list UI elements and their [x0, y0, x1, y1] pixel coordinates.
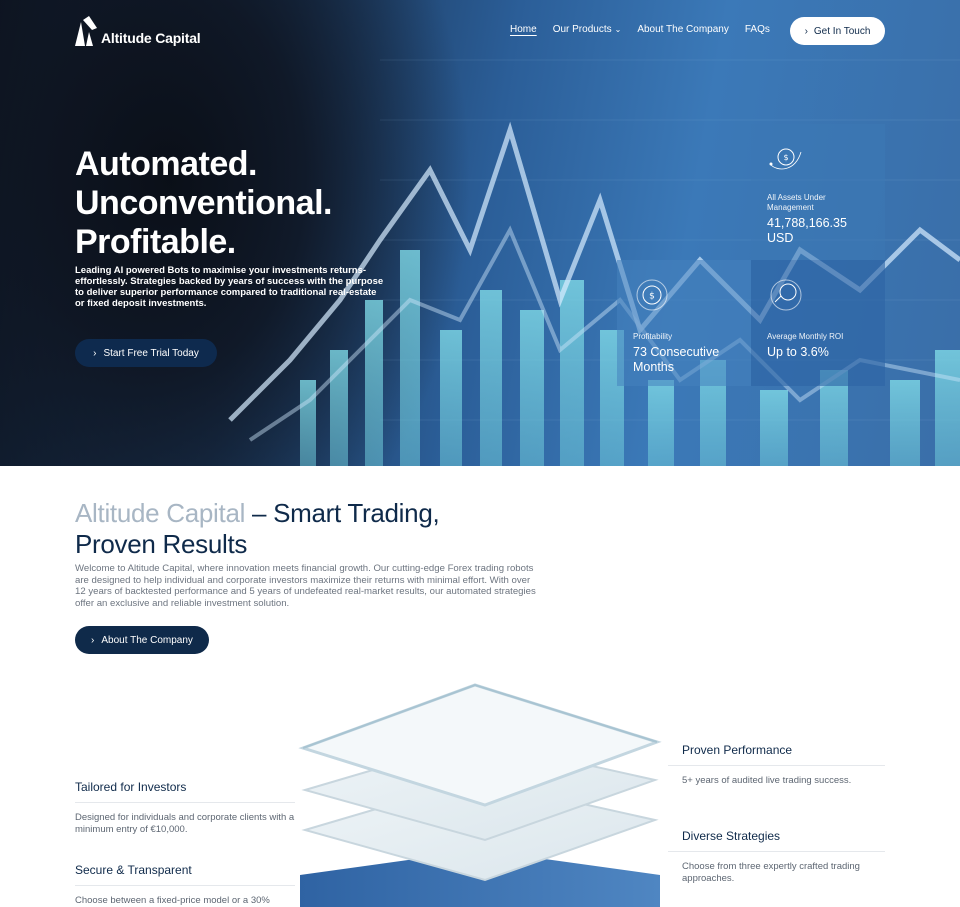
- stat-value: 73 Consecutive Months: [633, 345, 720, 374]
- feature-secure: Secure & Transparent Choose between a fi…: [75, 863, 295, 907]
- intro-description: Welcome to Altitude Capital, where innov…: [75, 563, 536, 609]
- brand-logo[interactable]: Altitude Capital: [75, 16, 201, 46]
- stat-card-roi: Average Monthly ROI Up to 3.6%: [751, 260, 885, 386]
- nav-item-our-products[interactable]: Our Products ⌄: [553, 24, 622, 35]
- intro-title-part: – Smart Trading,: [245, 498, 440, 528]
- feature-diverse: Diverse Strategies Choose from three exp…: [668, 829, 885, 885]
- coin-orbit-icon: $: [769, 148, 802, 170]
- button-label: About The Company: [101, 634, 193, 646]
- stacked-layers-illustration: [298, 683, 662, 907]
- stat-label: Profitability: [633, 332, 673, 341]
- stat-card-profitability: $ Profitability 73 Consecutive Months: [617, 260, 751, 386]
- intro-title-part: Proven Results: [75, 529, 248, 559]
- stat-label: Average Monthly ROI: [767, 332, 844, 341]
- hero-section: Altitude Capital Home Our Products ⌄ Abo…: [0, 0, 960, 466]
- hero-title-line: Unconventional.: [75, 184, 332, 222]
- nav-item-home[interactable]: Home: [510, 24, 537, 35]
- intro-title: Altitude Capital – Smart Trading, Proven…: [75, 498, 440, 560]
- feature-title: Tailored for Investors: [75, 780, 295, 803]
- brand-name: Altitude Capital: [101, 30, 201, 46]
- nav-item-label: Our Products: [552, 24, 612, 35]
- start-free-trial-button[interactable]: › Start Free Trial Today: [75, 339, 217, 367]
- chevron-right-icon: ›: [91, 634, 95, 646]
- hero-description: Leading AI powered Bots to maximise your…: [75, 265, 384, 309]
- hero-title-line: Profitable.: [75, 223, 236, 261]
- growth-circle-icon: [770, 279, 802, 311]
- feature-title: Diverse Strategies: [668, 829, 885, 852]
- mountain-logo-icon: [75, 16, 97, 46]
- intro-title-brand: Altitude Capital: [75, 498, 246, 528]
- chevron-down-icon: ⌄: [614, 25, 622, 34]
- feature-text: Designed for individuals and corporate c…: [75, 812, 295, 835]
- stat-value: Up to 3.6%: [767, 345, 829, 359]
- get-in-touch-button[interactable]: › Get In Touch: [790, 17, 885, 45]
- nav-item-about[interactable]: About The Company: [637, 24, 729, 35]
- svg-text:$: $: [783, 153, 788, 162]
- nav-item-faqs[interactable]: FAQs: [745, 24, 770, 35]
- hero-title: Automated. Unconventional. Profitable.: [75, 145, 332, 262]
- hero-title-line: Automated.: [75, 145, 257, 183]
- chevron-right-icon: ›: [93, 347, 97, 359]
- stat-card-assets: $ All Assets Under Management 41,788,166…: [751, 124, 885, 260]
- feature-proven: Proven Performance 5+ years of audited l…: [668, 743, 885, 787]
- about-company-button[interactable]: › About The Company: [75, 626, 209, 654]
- button-label: Start Free Trial Today: [103, 347, 199, 359]
- feature-tailored: Tailored for Investors Designed for indi…: [75, 780, 295, 836]
- main-nav: Home Our Products ⌄ About The Company FA…: [510, 24, 770, 35]
- stat-value: 41,788,166.35 USD: [767, 216, 847, 245]
- feature-text: Choose from three expertly crafted tradi…: [682, 861, 860, 884]
- feature-text: 5+ years of audited live trading success…: [682, 775, 852, 786]
- feature-text: Choose between a fixed-price model or a …: [75, 895, 270, 906]
- svg-text:$: $: [649, 292, 655, 302]
- stat-label: All Assets Under Management: [767, 193, 826, 212]
- chevron-right-icon: ›: [804, 25, 808, 37]
- button-label: Get In Touch: [813, 25, 871, 37]
- feature-title: Secure & Transparent: [75, 863, 295, 886]
- dollar-circle-icon: $: [636, 279, 668, 311]
- feature-title: Proven Performance: [668, 743, 885, 766]
